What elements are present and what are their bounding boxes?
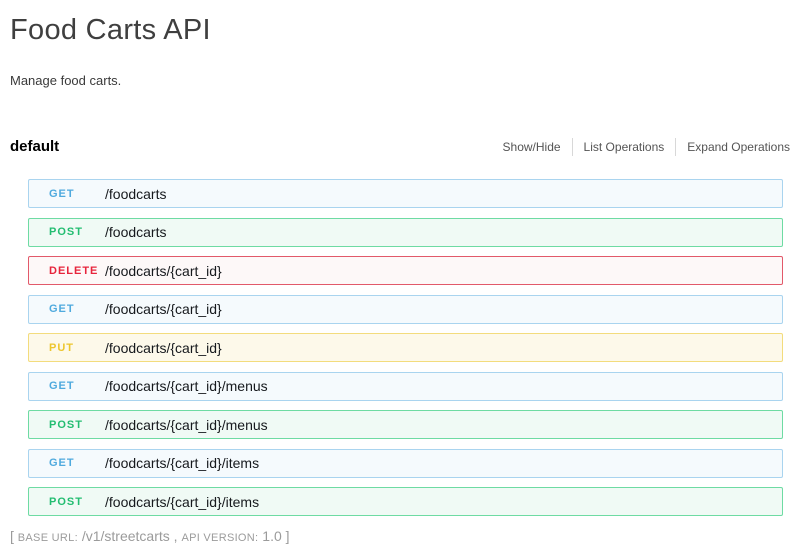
base-url-value: /v1/streetcarts [82,528,170,544]
endpoint-path-link[interactable]: /foodcarts/{cart_id}/items [105,494,259,510]
endpoint-row[interactable]: POST/foodcarts/{cart_id}/items [28,487,783,516]
list-operations-link[interactable]: List Operations [572,138,676,156]
endpoint-path-link[interactable]: /foodcarts/{cart_id}/menus [105,417,268,433]
endpoint-row[interactable]: GET/foodcarts/{cart_id} [28,295,783,324]
endpoint-row[interactable]: GET/foodcarts [28,179,783,208]
endpoint-path-link[interactable]: /foodcarts/{cart_id}/items [105,455,259,471]
api-version-label: API VERSION: [181,532,258,544]
endpoint-row[interactable]: DELETE/foodcarts/{cart_id} [28,256,783,285]
http-method-badge: DELETE [49,265,105,277]
http-method-badge: POST [49,496,105,508]
base-url-label: BASE URL: [18,532,78,544]
endpoint-row[interactable]: POST/foodcarts/{cart_id}/menus [28,410,783,439]
api-version-value: 1.0 [262,528,281,544]
endpoints-list: GET/foodcartsPOST/foodcartsDELETE/foodca… [28,179,783,516]
expand-operations-link[interactable]: Expand Operations [675,138,790,156]
show-hide-link[interactable]: Show/Hide [503,138,572,156]
footer-comma: , [174,528,178,544]
http-method-badge: POST [49,419,105,431]
endpoint-row[interactable]: GET/foodcarts/{cart_id}/items [28,449,783,478]
endpoint-path-link[interactable]: /foodcarts [105,186,166,202]
footer-close-bracket: ] [286,528,290,544]
endpoint-path-link[interactable]: /foodcarts/{cart_id} [105,340,222,356]
endpoint-path-link[interactable]: /foodcarts/{cart_id} [105,263,222,279]
http-method-badge: GET [49,188,105,200]
endpoint-row[interactable]: PUT/foodcarts/{cart_id} [28,333,783,362]
endpoint-path-link[interactable]: /foodcarts/{cart_id}/menus [105,378,268,394]
endpoint-path-link[interactable]: /foodcarts/{cart_id} [105,301,222,317]
page-title: Food Carts API [10,0,790,47]
http-method-badge: GET [49,303,105,315]
resource-section-header: default Show/Hide List Operations Expand… [10,138,790,156]
http-method-badge: GET [49,457,105,469]
http-method-badge: GET [49,380,105,392]
footer-open-bracket: [ [10,528,14,544]
http-method-badge: POST [49,226,105,238]
endpoint-path-link[interactable]: /foodcarts [105,224,166,240]
endpoint-row[interactable]: GET/foodcarts/{cart_id}/menus [28,372,783,401]
endpoint-row[interactable]: POST/foodcarts [28,218,783,247]
api-docs-page: Food Carts API Manage food carts. defaul… [0,0,800,560]
http-method-badge: PUT [49,342,105,354]
base-url-footer: [ BASE URL: /v1/streetcarts , API VERSIO… [10,528,790,544]
operations-links: Show/Hide List Operations Expand Operati… [503,138,790,156]
api-description: Manage food carts. [10,47,790,88]
resource-name-default[interactable]: default [10,138,59,155]
